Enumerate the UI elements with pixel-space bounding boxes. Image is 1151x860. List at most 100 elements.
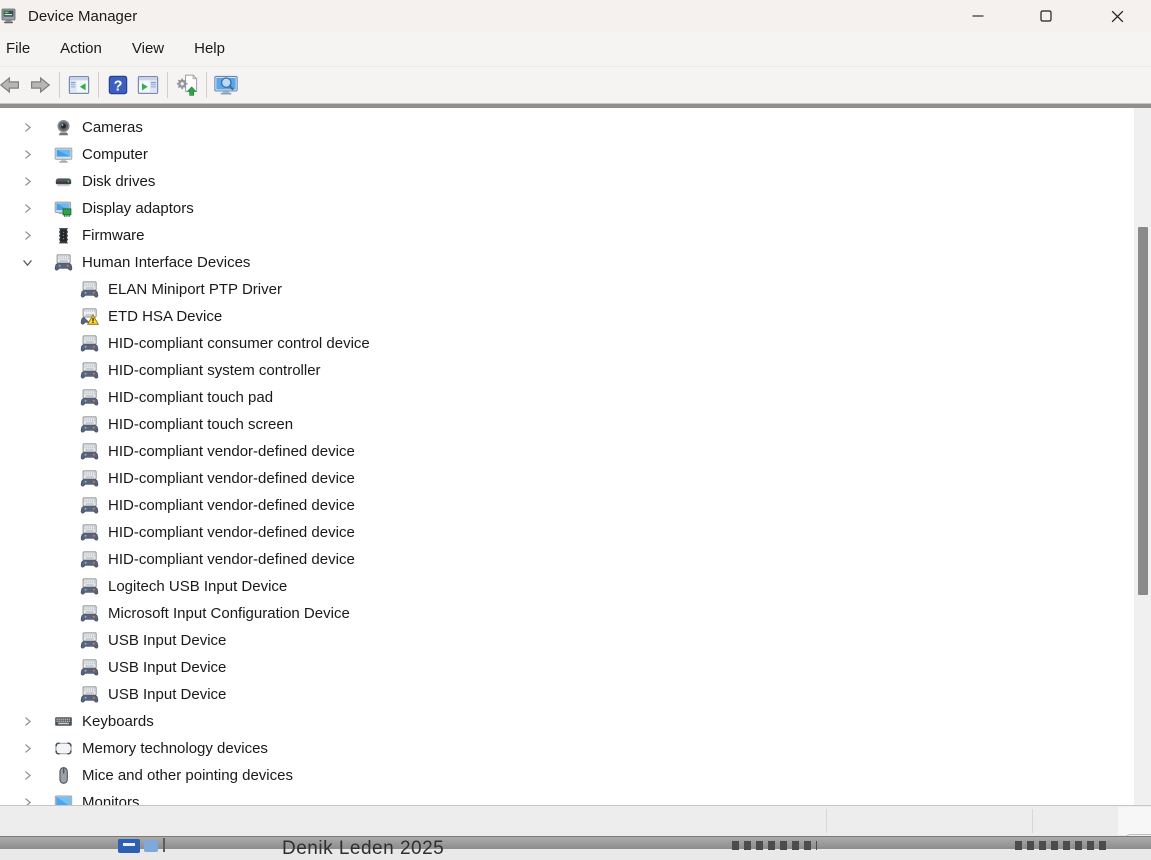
monitor-search-icon bbox=[213, 72, 239, 98]
tree-item[interactable]: Monitors bbox=[0, 789, 1134, 805]
tree-item-label: USB Input Device bbox=[108, 686, 226, 703]
tree-item-label: Display adaptors bbox=[82, 200, 194, 217]
chevron-right-icon[interactable] bbox=[18, 118, 37, 137]
menu-file[interactable]: File bbox=[0, 32, 45, 66]
tree-item-label: Firmware bbox=[82, 227, 145, 244]
menu-help[interactable]: Help bbox=[179, 32, 240, 66]
toolbar-help-button[interactable]: ? bbox=[103, 70, 133, 100]
tree-item[interactable]: HID-compliant vendor-defined device bbox=[0, 546, 1134, 573]
tree-item[interactable]: Display adaptors bbox=[0, 195, 1134, 222]
tree-item-label: HID-compliant vendor-defined device bbox=[108, 443, 355, 460]
tree-item-label: HID-compliant touch screen bbox=[108, 416, 293, 433]
titlebar: Device Manager bbox=[0, 0, 1151, 32]
tree-item-label: Logitech USB Input Device bbox=[108, 578, 287, 595]
toolbar-show-console-tree-button[interactable] bbox=[64, 70, 94, 100]
toolbar-separator bbox=[206, 72, 207, 98]
tree-item[interactable]: HID-compliant vendor-defined device bbox=[0, 519, 1134, 546]
menu-view[interactable]: View bbox=[117, 32, 179, 66]
toolbar-scan-for-hardware-changes-button[interactable] bbox=[172, 70, 202, 100]
tree-item[interactable]: HID-compliant vendor-defined device bbox=[0, 465, 1134, 492]
partial-text-fragment bbox=[1015, 841, 1110, 850]
tree-item[interactable]: Firmware bbox=[0, 222, 1134, 249]
hid-icon bbox=[80, 334, 99, 353]
tree-item-label: ETD HSA Device bbox=[108, 308, 222, 325]
tree-item[interactable]: Disk drives bbox=[0, 168, 1134, 195]
vertical-scrollbar[interactable] bbox=[1134, 108, 1151, 805]
window-tree-icon bbox=[67, 73, 91, 97]
menubar: FileActionViewHelp bbox=[0, 32, 1151, 66]
tree-item-label: Keyboards bbox=[82, 713, 154, 730]
device-manager-window: Device Manager FileActionViewHelp ? Came… bbox=[0, 0, 1151, 805]
arrow-right-icon bbox=[28, 73, 52, 97]
chevron-right-icon[interactable] bbox=[18, 793, 37, 805]
window-action-icon bbox=[136, 73, 160, 97]
tree-item[interactable]: HID-compliant touch screen bbox=[0, 411, 1134, 438]
maximize-button[interactable] bbox=[1023, 0, 1069, 32]
tree-item[interactable]: HID-compliant vendor-defined device bbox=[0, 438, 1134, 465]
tree-item-label: Computer bbox=[82, 146, 148, 163]
toolbar-separator bbox=[59, 72, 60, 98]
tree-item-label: HID-compliant consumer control device bbox=[108, 335, 370, 352]
tree-item-label: HID-compliant vendor-defined device bbox=[108, 470, 355, 487]
tree-item[interactable]: HID-compliant system controller bbox=[0, 357, 1134, 384]
chevron-right-icon[interactable] bbox=[18, 766, 37, 785]
tree-item[interactable]: ELAN Miniport PTP Driver bbox=[0, 276, 1134, 303]
tree-item-label: HID-compliant system controller bbox=[108, 362, 321, 379]
hid-icon bbox=[80, 361, 99, 380]
tree-item-label: HID-compliant vendor-defined device bbox=[108, 497, 355, 514]
tree-item[interactable]: Keyboards bbox=[0, 708, 1134, 735]
background-window-strip: Denik Leden 2025 bbox=[0, 805, 1151, 848]
help-icon: ? bbox=[106, 73, 130, 97]
mouse-icon bbox=[54, 766, 73, 785]
hid-icon bbox=[80, 415, 99, 434]
chevron-right-icon[interactable] bbox=[18, 712, 37, 731]
camera-icon bbox=[54, 118, 73, 137]
chevron-right-icon[interactable] bbox=[18, 145, 37, 164]
tree-item[interactable]: Human Interface Devices bbox=[0, 249, 1134, 276]
monitor-icon bbox=[54, 793, 73, 805]
chevron-right-icon[interactable] bbox=[18, 226, 37, 245]
toolbar-separator bbox=[98, 72, 99, 98]
scrollbar-thumb[interactable] bbox=[1138, 227, 1148, 595]
tree-item[interactable]: HID-compliant vendor-defined device bbox=[0, 492, 1134, 519]
tree-item[interactable]: Cameras bbox=[0, 114, 1134, 141]
close-button[interactable] bbox=[1094, 0, 1140, 32]
svg-text:?: ? bbox=[114, 79, 123, 95]
toolbar-forward-button[interactable] bbox=[25, 70, 55, 100]
arrow-left-icon bbox=[0, 73, 22, 97]
tree-item[interactable]: HID-compliant consumer control device bbox=[0, 330, 1134, 357]
chevron-right-icon[interactable] bbox=[18, 199, 37, 218]
tree-item[interactable]: USB Input Device bbox=[0, 627, 1134, 654]
tree-item[interactable]: USB Input Device bbox=[0, 654, 1134, 681]
device-manager-app-icon bbox=[0, 6, 19, 26]
tree-item-label: Mice and other pointing devices bbox=[82, 767, 293, 784]
tree-item[interactable]: ETD HSA Device bbox=[0, 303, 1134, 330]
tree-item[interactable]: USB Input Device bbox=[0, 681, 1134, 708]
tree-item-label: HID-compliant touch pad bbox=[108, 389, 273, 406]
chevron-down-icon[interactable] bbox=[18, 253, 37, 272]
hid-icon bbox=[80, 469, 99, 488]
tree-item-label: USB Input Device bbox=[108, 659, 226, 676]
tree-item[interactable]: Computer bbox=[0, 141, 1134, 168]
tree-item[interactable]: Logitech USB Input Device bbox=[0, 573, 1134, 600]
taskbar-app-icon bbox=[144, 840, 158, 852]
tree-item-label: USB Input Device bbox=[108, 632, 226, 649]
chevron-right-icon[interactable] bbox=[18, 739, 37, 758]
chevron-right-icon[interactable] bbox=[18, 172, 37, 191]
toolbar-back-button[interactable] bbox=[0, 70, 25, 100]
tree-item-label: Microsoft Input Configuration Device bbox=[108, 605, 350, 622]
hid-icon bbox=[80, 658, 99, 677]
tree-item[interactable]: Memory technology devices bbox=[0, 735, 1134, 762]
menu-action[interactable]: Action bbox=[45, 32, 117, 66]
tree-item[interactable]: Microsoft Input Configuration Device bbox=[0, 600, 1134, 627]
tree-item[interactable]: HID-compliant touch pad bbox=[0, 384, 1134, 411]
minimize-button[interactable] bbox=[955, 0, 1001, 32]
toolbar-search-computer-button[interactable] bbox=[211, 70, 241, 100]
tree-item[interactable]: Mice and other pointing devices bbox=[0, 762, 1134, 789]
toolbar-show-action-pane-button[interactable] bbox=[133, 70, 163, 100]
display-adapter-icon bbox=[54, 199, 73, 218]
background-window-titleband: Denik Leden 2025 bbox=[0, 836, 1151, 849]
tree-item-label: Memory technology devices bbox=[82, 740, 268, 757]
hid-icon bbox=[80, 496, 99, 515]
statusbar-divider bbox=[826, 809, 827, 833]
